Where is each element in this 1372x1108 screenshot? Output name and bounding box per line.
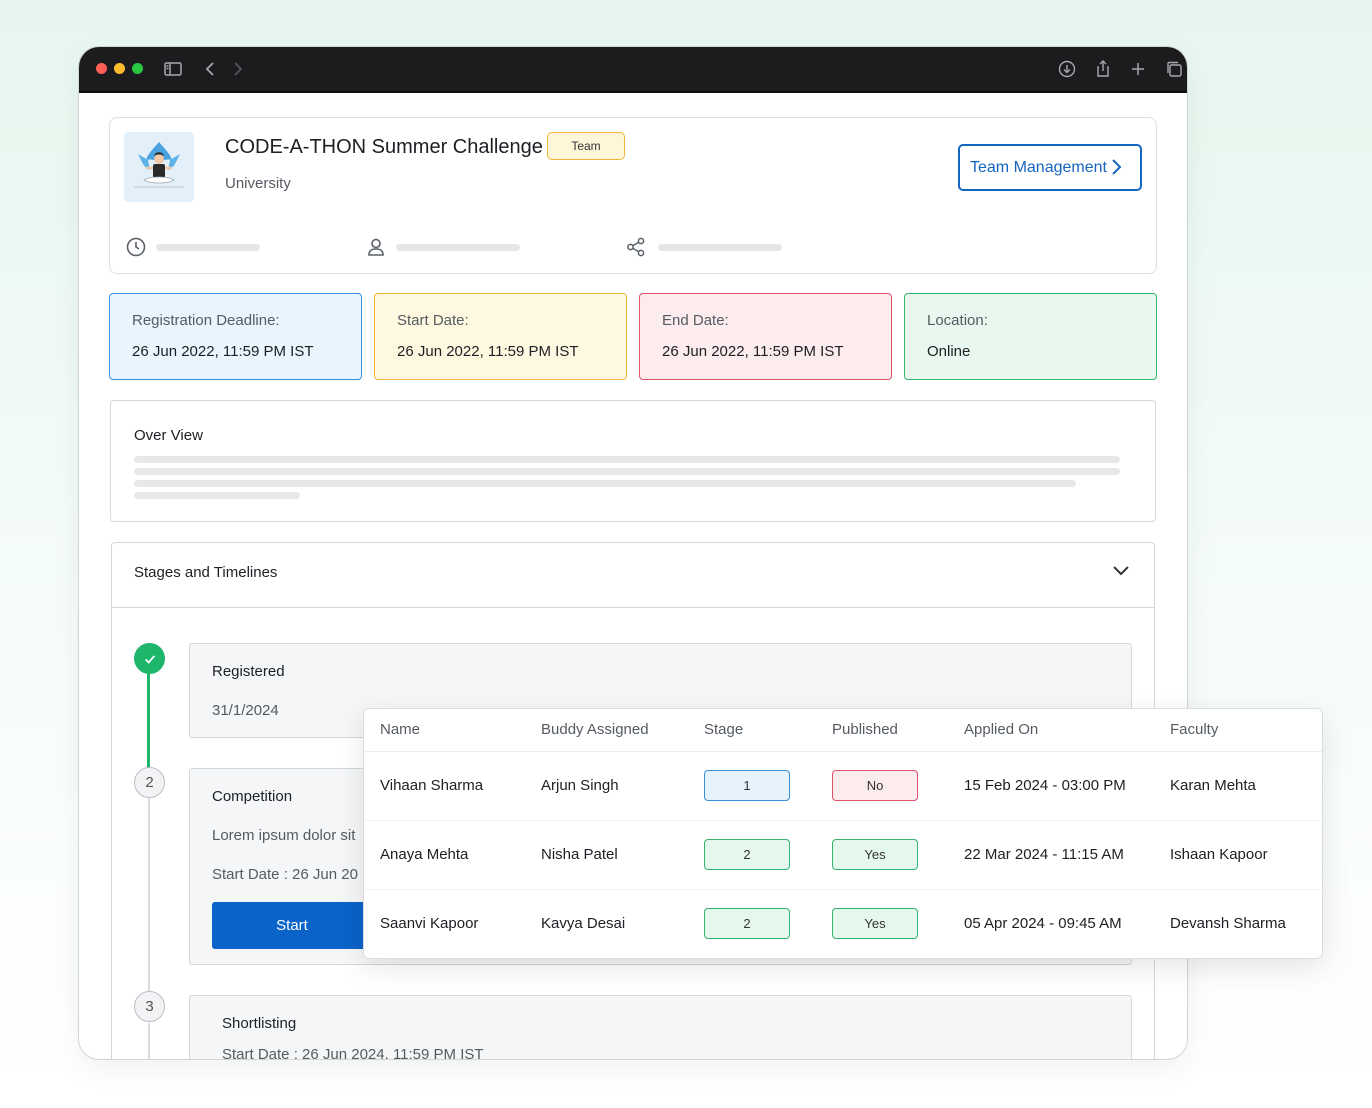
info-card-label: Registration Deadline: xyxy=(132,312,280,329)
start-button[interactable]: Start xyxy=(212,902,372,949)
share-network-icon[interactable] xyxy=(625,236,647,258)
stages-header[interactable]: Stages and Timelines xyxy=(112,543,1154,608)
close-window-button[interactable] xyxy=(96,63,107,74)
user-icon xyxy=(365,236,387,258)
column-header-buddy: Buddy Assigned xyxy=(525,709,688,752)
cell-faculty: Ishaan Kapoor xyxy=(1154,820,1322,890)
overview-title: Over View xyxy=(134,427,203,444)
share-icon[interactable] xyxy=(1092,58,1114,80)
published-badge: No xyxy=(832,770,918,801)
download-icon[interactable] xyxy=(1056,58,1078,80)
column-header-applied-on: Applied On xyxy=(948,709,1154,752)
cell-published: Yes xyxy=(816,820,948,890)
stage-start-date: Start Date : 26 Jun 2024, 11:59 PM IST xyxy=(222,1046,484,1059)
stage-title: Competition xyxy=(212,788,293,805)
participants-placeholder xyxy=(396,244,520,251)
duration-placeholder xyxy=(156,244,260,251)
cell-applied-on: 05 Apr 2024 - 09:45 AM xyxy=(964,915,1122,933)
chevron-down-icon[interactable] xyxy=(1110,559,1132,581)
cell-published: No xyxy=(816,751,948,821)
published-badge: Yes xyxy=(832,908,918,940)
overview-section: Over View xyxy=(110,400,1156,522)
info-card-value: 26 Jun 2022, 11:59 PM IST xyxy=(662,343,844,360)
overview-text-placeholder xyxy=(134,468,1120,475)
stage-title: Registered xyxy=(212,663,285,680)
published-badge: Yes xyxy=(832,839,918,870)
applicants-table: Name Buddy Assigned Stage Published Appl… xyxy=(364,709,1322,958)
cell-name: Saanvi Kapoor xyxy=(380,915,479,933)
overview-text-placeholder xyxy=(134,480,1076,487)
column-header-published: Published xyxy=(816,709,948,752)
table-row[interactable]: Saanvi Kapoor Kavya Desai 2 Yes 05 Apr 2… xyxy=(364,889,1322,958)
overview-text-placeholder xyxy=(134,456,1120,463)
stage-description: Lorem ipsum dolor sit xyxy=(212,827,356,844)
cell-buddy: Kavya Desai xyxy=(541,915,626,933)
cell-buddy: Nisha Patel xyxy=(525,820,688,890)
cell-name: Anaya Mehta xyxy=(364,820,525,890)
applicants-table-popup: Name Buddy Assigned Stage Published Appl… xyxy=(363,708,1323,959)
stage-card-shortlisting: Shortlisting Start Date : 26 Jun 2024, 1… xyxy=(189,995,1132,1059)
new-tab-icon[interactable] xyxy=(1127,58,1149,80)
timeline-line xyxy=(148,798,150,1008)
info-card-value: 26 Jun 2022, 11:59 PM IST xyxy=(397,343,579,360)
column-header-stage: Stage xyxy=(688,709,816,752)
cell-applied-on: 22 Mar 2024 - 11:15 AM xyxy=(948,820,1154,890)
clock-icon xyxy=(125,236,147,258)
event-header-card: CODE-A-THON Summer Challenge Team Univer… xyxy=(109,117,1157,274)
team-management-button[interactable]: Team Management xyxy=(958,144,1142,191)
minimize-window-button[interactable] xyxy=(114,63,125,74)
start-date-card: Start Date: 26 Jun 2022, 11:59 PM IST xyxy=(374,293,627,380)
table-row[interactable]: Vihaan Sharma Arjun Singh 1 No 15 Feb 20… xyxy=(364,751,1322,821)
stage-date: 31/1/2024 xyxy=(212,702,279,719)
table-row[interactable]: Anaya Mehta Nisha Patel 2 Yes 22 Mar 202… xyxy=(364,820,1322,890)
registration-deadline-card: Registration Deadline: 26 Jun 2022, 11:5… xyxy=(109,293,362,380)
step-completed-check-icon xyxy=(134,643,165,674)
stages-title: Stages and Timelines xyxy=(134,564,278,581)
info-card-label: Location: xyxy=(927,312,988,329)
browser-titlebar xyxy=(79,47,1187,93)
cell-applied-on: 15 Feb 2024 - 03:00 PM xyxy=(948,751,1154,821)
table-header-row: Name Buddy Assigned Stage Published Appl… xyxy=(364,709,1322,752)
end-date-card: End Date: 26 Jun 2022, 11:59 PM IST xyxy=(639,293,892,380)
cell-published: Yes xyxy=(816,889,948,958)
column-header-name: Name xyxy=(364,709,525,752)
stage-badge: 1 xyxy=(704,770,790,801)
cell-name: Vihaan Sharma xyxy=(364,751,525,821)
back-arrow-icon[interactable] xyxy=(199,58,221,80)
step-number: 2 xyxy=(134,767,165,798)
overview-text-placeholder xyxy=(134,492,300,499)
tab-overview-icon[interactable] xyxy=(1163,58,1185,80)
cell-stage: 2 xyxy=(688,889,816,958)
stage-title: Shortlisting xyxy=(222,1015,297,1032)
event-title: CODE-A-THON Summer Challenge xyxy=(225,136,543,158)
team-badge: Team xyxy=(547,132,625,160)
step-number: 3 xyxy=(134,991,165,1022)
team-management-label: Team Management xyxy=(970,158,1107,176)
cell-stage: 1 xyxy=(688,751,816,821)
location-card: Location: Online xyxy=(904,293,1157,380)
stage-start-date: Start Date : 26 Jun 20 xyxy=(212,866,358,883)
cell-stage: 2 xyxy=(688,820,816,890)
cell-buddy: Arjun Singh xyxy=(525,751,688,821)
stage-badge: 2 xyxy=(704,908,790,940)
info-card-value: Online xyxy=(927,343,971,360)
info-card-label: End Date: xyxy=(662,312,729,329)
timeline-line xyxy=(148,1023,150,1059)
info-card-value: 26 Jun 2022, 11:59 PM IST xyxy=(132,343,314,360)
info-card-label: Start Date: xyxy=(397,312,469,329)
chevron-right-icon xyxy=(1112,159,1122,175)
cell-faculty: Karan Mehta xyxy=(1154,751,1322,821)
event-logo xyxy=(124,132,194,202)
forward-arrow-icon[interactable] xyxy=(227,58,249,80)
cell-faculty: Devansh Sharma xyxy=(1170,915,1286,933)
event-organizer: University xyxy=(225,175,291,192)
column-header-faculty: Faculty xyxy=(1154,709,1322,752)
share-placeholder xyxy=(658,244,782,251)
maximize-window-button[interactable] xyxy=(132,63,143,74)
stage-badge: 2 xyxy=(704,839,790,870)
sidebar-toggle-icon[interactable] xyxy=(162,58,184,80)
